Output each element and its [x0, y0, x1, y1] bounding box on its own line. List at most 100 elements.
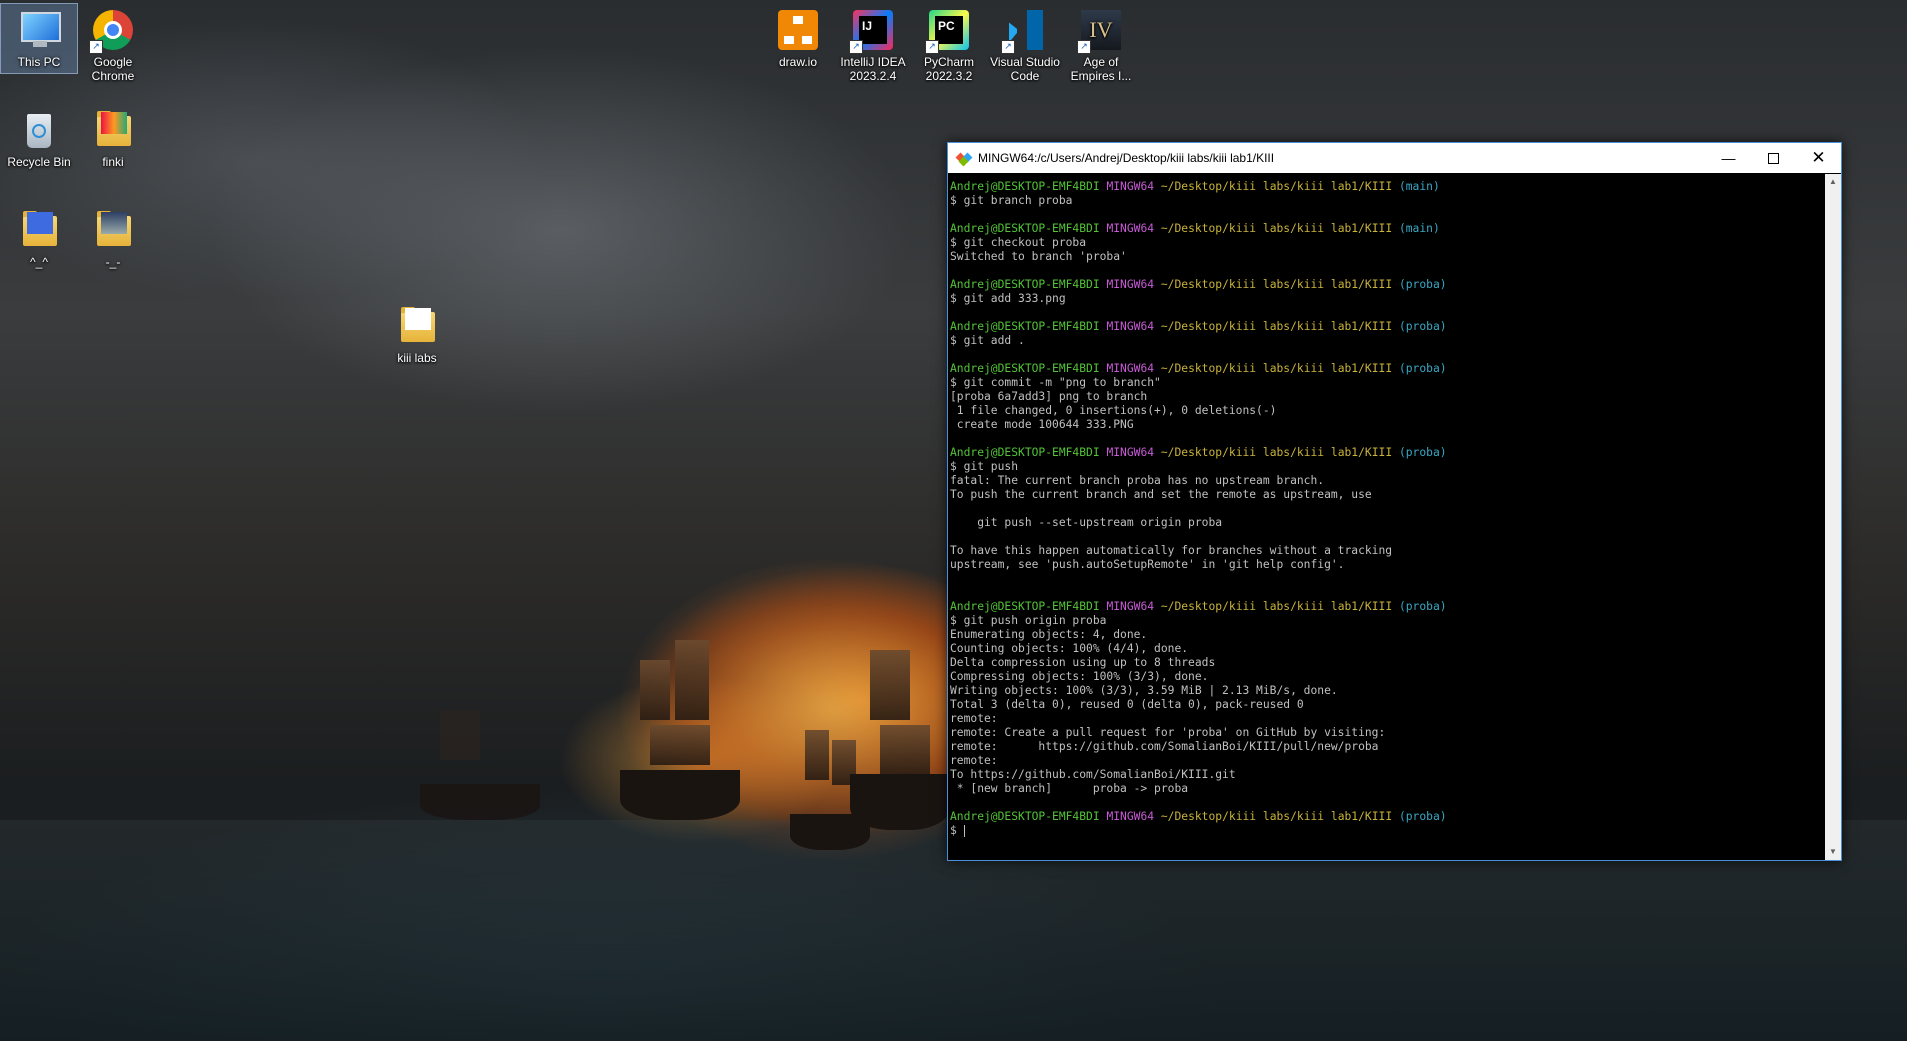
desktop-icon-label: kiii labs	[397, 351, 437, 365]
desktop-icon-pycharm[interactable]: PC ↗ PyCharm 2022.3.2	[911, 4, 987, 83]
output-line: upstream, see 'push.autoSetupRemote' in …	[950, 558, 1345, 571]
prompt-branch: (main)	[1398, 180, 1440, 193]
prompt-user: Andrej@DESKTOP-EMF4BDI	[950, 320, 1100, 333]
minimize-icon: —	[1721, 150, 1736, 166]
recycle-bin-icon	[17, 108, 61, 152]
scrollbar[interactable]: ▲ ▼	[1825, 174, 1841, 860]
prompt-line: Andrej@DESKTOP-EMF4BDI MINGW64 ~/Desktop…	[950, 278, 1823, 292]
wallpaper-ship	[420, 690, 540, 820]
prompt-system: MINGW64	[1106, 320, 1155, 333]
desktop-icon-label: Visual Studio Code	[990, 55, 1060, 83]
desktop-icon-flat-face[interactable]: -_-	[75, 204, 151, 269]
desktop-icon-google-chrome[interactable]: ↗ Google Chrome	[75, 4, 151, 83]
prompt-user: Andrej@DESKTOP-EMF4BDI	[950, 180, 1100, 193]
output-line: remote:	[950, 712, 998, 725]
prompt-system: MINGW64	[1106, 810, 1155, 823]
chrome-icon: ↗	[89, 8, 135, 54]
desktop-icon-label: Recycle Bin	[7, 155, 71, 169]
prompt-line: Andrej@DESKTOP-EMF4BDI MINGW64 ~/Desktop…	[950, 600, 1823, 614]
desktop-icon-age-of-empires[interactable]: IV ↗ Age of Empires I...	[1063, 4, 1139, 83]
terminal-output[interactable]: Andrej@DESKTOP-EMF4BDI MINGW64 ~/Desktop…	[948, 174, 1825, 860]
output-line: Delta compression using up to 8 threads	[950, 656, 1216, 669]
output-line: Counting objects: 100% (4/4), done.	[950, 642, 1189, 655]
title-bar[interactable]: MINGW64:/c/Users/Andrej/Desktop/kiii lab…	[948, 143, 1841, 173]
aoe-icon: IV ↗	[1077, 8, 1123, 54]
window-title: MINGW64:/c/Users/Andrej/Desktop/kiii lab…	[978, 151, 1275, 165]
prompt-line: Andrej@DESKTOP-EMF4BDI MINGW64 ~/Desktop…	[950, 446, 1823, 460]
desktop-icon-drawio[interactable]: draw.io	[760, 4, 836, 69]
output-line: remote:	[950, 754, 998, 767]
prompt-line: Andrej@DESKTOP-EMF4BDI MINGW64 ~/Desktop…	[950, 222, 1823, 236]
desktop-icon-label: Google Chrome	[91, 55, 135, 83]
output-line: 1 file changed, 0 insertions(+), 0 delet…	[950, 404, 1277, 417]
shortcut-arrow-icon: ↗	[89, 40, 103, 54]
prompt-line: Andrej@DESKTOP-EMF4BDI MINGW64 ~/Desktop…	[950, 180, 1823, 194]
output-line: git push --set-upstream origin proba	[950, 516, 1223, 529]
scroll-up-icon[interactable]: ▲	[1825, 174, 1841, 190]
desktop-icon-label: draw.io	[778, 55, 818, 69]
scroll-down-icon[interactable]: ▼	[1825, 844, 1841, 860]
prompt-user: Andrej@DESKTOP-EMF4BDI	[950, 278, 1100, 291]
output-line: Writing objects: 100% (3/3), 3.59 MiB | …	[950, 684, 1338, 697]
pycharm-icon: PC ↗	[925, 8, 971, 54]
desktop-icon-label: finki	[102, 155, 124, 169]
command-text: $ git commit -m "png to branch"	[950, 376, 1161, 389]
output-line: Compressing objects: 100% (3/3), done.	[950, 670, 1209, 683]
prompt-line: Andrej@DESKTOP-EMF4BDI MINGW64 ~/Desktop…	[950, 810, 1823, 824]
prompt-user: Andrej@DESKTOP-EMF4BDI	[950, 600, 1100, 613]
command-line: $ git checkout proba	[950, 236, 1823, 250]
maximize-button[interactable]	[1751, 143, 1796, 173]
desktop-icon-visual-studio-code[interactable]: ↗ Visual Studio Code	[987, 4, 1063, 83]
desktop-icon-label: ^_^	[30, 255, 48, 269]
minimize-button[interactable]: —	[1706, 143, 1751, 173]
computer-icon	[17, 8, 61, 52]
desktop-icon-kiii-labs[interactable]: kiii labs	[379, 300, 455, 365]
desktop-icon-label: PyCharm 2022.3.2	[923, 55, 974, 83]
desktop-icon-happy-face[interactable]: ^_^	[1, 204, 77, 269]
desktop-icon-this-pc[interactable]: This PC	[0, 3, 78, 74]
folder-icon	[91, 208, 135, 252]
prompt-user: Andrej@DESKTOP-EMF4BDI	[950, 222, 1100, 235]
command-text: $ git checkout proba	[950, 236, 1087, 249]
output-line: Enumerating objects: 4, done.	[950, 628, 1148, 641]
command-text: $ git add 333.png	[950, 292, 1066, 305]
prompt-branch: (proba)	[1398, 320, 1447, 333]
command-text: $ git branch proba	[950, 194, 1073, 207]
prompt-user: Andrej@DESKTOP-EMF4BDI	[950, 446, 1100, 459]
shortcut-arrow-icon: ↗	[849, 40, 863, 54]
shortcut-arrow-icon: ↗	[1001, 40, 1015, 54]
shortcut-arrow-icon: ↗	[925, 40, 939, 54]
maximize-icon	[1768, 152, 1779, 164]
output-line: [proba 6a7add3] png to branch	[950, 390, 1148, 403]
output-line: Total 3 (delta 0), reused 0 (delta 0), p…	[950, 698, 1304, 711]
prompt-branch: (proba)	[1398, 278, 1447, 291]
prompt-path: ~/Desktop/kiii labs/kiii lab1/KIII	[1160, 362, 1393, 375]
desktop-icon-recycle-bin[interactable]: Recycle Bin	[1, 104, 77, 169]
output-line: create mode 100644 333.PNG	[950, 418, 1134, 431]
desktop-icon-label: -_-	[105, 255, 121, 269]
command-line: $ git add 333.png	[950, 292, 1823, 306]
terminal-window[interactable]: MINGW64:/c/Users/Andrej/Desktop/kiii lab…	[947, 142, 1842, 861]
output-line: To have this happen automatically for br…	[950, 544, 1393, 557]
desktop-icon-label: IntelliJ IDEA 2023.2.4	[840, 55, 906, 83]
desktop-icon-finki[interactable]: finki	[75, 104, 151, 169]
desktop-icon-label: This PC	[17, 55, 61, 69]
output-line: To https://github.com/SomalianBoi/KIII.g…	[950, 768, 1236, 781]
close-button[interactable]: ✕	[1796, 143, 1841, 173]
prompt-path: ~/Desktop/kiii labs/kiii lab1/KIII	[1160, 180, 1393, 193]
output-line: remote: Create a pull request for 'proba…	[950, 726, 1386, 739]
prompt-branch: (proba)	[1398, 362, 1447, 375]
desktop-icon-intellij-idea[interactable]: IJ ↗ IntelliJ IDEA 2023.2.4	[835, 4, 911, 83]
folder-icon	[395, 304, 439, 348]
command-line: $ git push origin proba	[950, 614, 1823, 628]
output-line: Switched to branch 'proba'	[950, 250, 1127, 263]
prompt-path: ~/Desktop/kiii labs/kiii lab1/KIII	[1160, 446, 1393, 459]
prompt-system: MINGW64	[1106, 600, 1155, 613]
prompt-path: ~/Desktop/kiii labs/kiii lab1/KIII	[1160, 810, 1393, 823]
prompt-path: ~/Desktop/kiii labs/kiii lab1/KIII	[1160, 278, 1393, 291]
